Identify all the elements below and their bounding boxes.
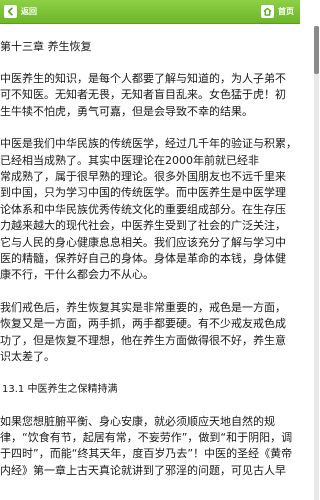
- text-line: 恢复又是一方面，两手抓，两手都要硬。有不少戒友戒色成: [0, 317, 286, 331]
- text-line: 律，“饮食有节，起居有常，不妄劳作”，做到“和于阴阳，调: [0, 430, 292, 444]
- back-arrow-icon: [4, 5, 17, 18]
- home-button[interactable]: 首页: [261, 3, 294, 20]
- text-line: 到中国，只为学习中国的传统医学。而中医养生是中医学理: [0, 186, 286, 200]
- text-line: 我们戒色后，养生恢复其实是非常重要的，戒色是一方面，: [0, 300, 286, 314]
- text-line: 生牛犊不怕虎，勇气可嘉，但是会导致不幸的结果。: [0, 104, 253, 118]
- back-button-label: 返回: [21, 7, 37, 16]
- scrollbar-track[interactable]: [314, 26, 319, 500]
- section-heading: 13.1 中医养生之保精持满: [2, 383, 118, 395]
- chapter-title: 第十三章 养生恢复: [0, 40, 92, 53]
- paragraph-2: 中医是我们中华民族的传统医学，经过几千年的验证与积累， 已经相当成熟了。其实中医…: [0, 136, 292, 284]
- text-line: 如果您想脏腑平衡、身心安康，就必须顺应天地自然的规: [0, 414, 275, 428]
- text-line: 医的精髓，保养好自己的身体。身体是革命的本钱，身体健: [0, 252, 286, 266]
- text-line: 它与人民的身心健康息息相关。我们应该充分了解与学习中: [0, 235, 286, 249]
- text-line: 常成熟了，属于很早熟的理论。很多外国朋友也不远千里来: [0, 170, 286, 184]
- scrollbar-thumb[interactable]: [314, 26, 319, 74]
- text-line: 功了，但是恢复不理想，他在养生方面做得很不好，养生意: [0, 333, 286, 347]
- paragraph-1: 中医养生的知识，是每个人都要了解与知道的，为人子弟不 可不知医。无知者无畏，无知…: [0, 71, 292, 120]
- text-line: 内经》第一章上古天真论就讲到了邪淫的问题，可见古人早: [0, 463, 286, 477]
- home-icon: [261, 5, 274, 18]
- text-line: 已经相当成熟了。其实中医理论在2000年前就已经非: [0, 153, 259, 167]
- text-line: 力越来越大的现代社会，中医养生受到了社会的广泛关注，: [0, 219, 286, 233]
- paragraph-4: 如果您想脏腑平衡、身心安康，就必须顺应天地自然的规 律，“饮食有节，起居有常，不…: [0, 414, 292, 480]
- text-line: 中医是我们中华民族的传统医学，经过几千年的验证与积累，: [0, 137, 292, 151]
- paragraph-3: 我们戒色后，养生恢复其实是非常重要的，戒色是一方面， 恢复又是一方面，两手抓，两…: [0, 300, 292, 366]
- text-line: 康不行，干什么都会力不从心。: [0, 268, 154, 282]
- text-line: 于四时”，而能“终其天年，度百岁乃去”！中医的圣经《黄帝: [0, 447, 292, 461]
- top-toolbar: 返回 首页: [0, 0, 300, 24]
- home-button-label: 首页: [278, 7, 294, 16]
- article-content[interactable]: 第十三章 养生恢复 中医养生的知识，是每个人都要了解与知道的，为人子弟不 可不知…: [0, 24, 292, 500]
- text-line: 论体系和中华民族优秀传统文化的重要组成部分。在生存压: [0, 202, 286, 216]
- text-line: 可不知医。无知者无畏，无知者盲目乱来。女色猛于虎！初: [0, 88, 286, 102]
- text-line: 中医养生的知识，是每个人都要了解与知道的，为人子弟不: [0, 72, 286, 85]
- text-line: 识太差了。: [0, 350, 55, 364]
- back-button[interactable]: 返回: [4, 3, 37, 20]
